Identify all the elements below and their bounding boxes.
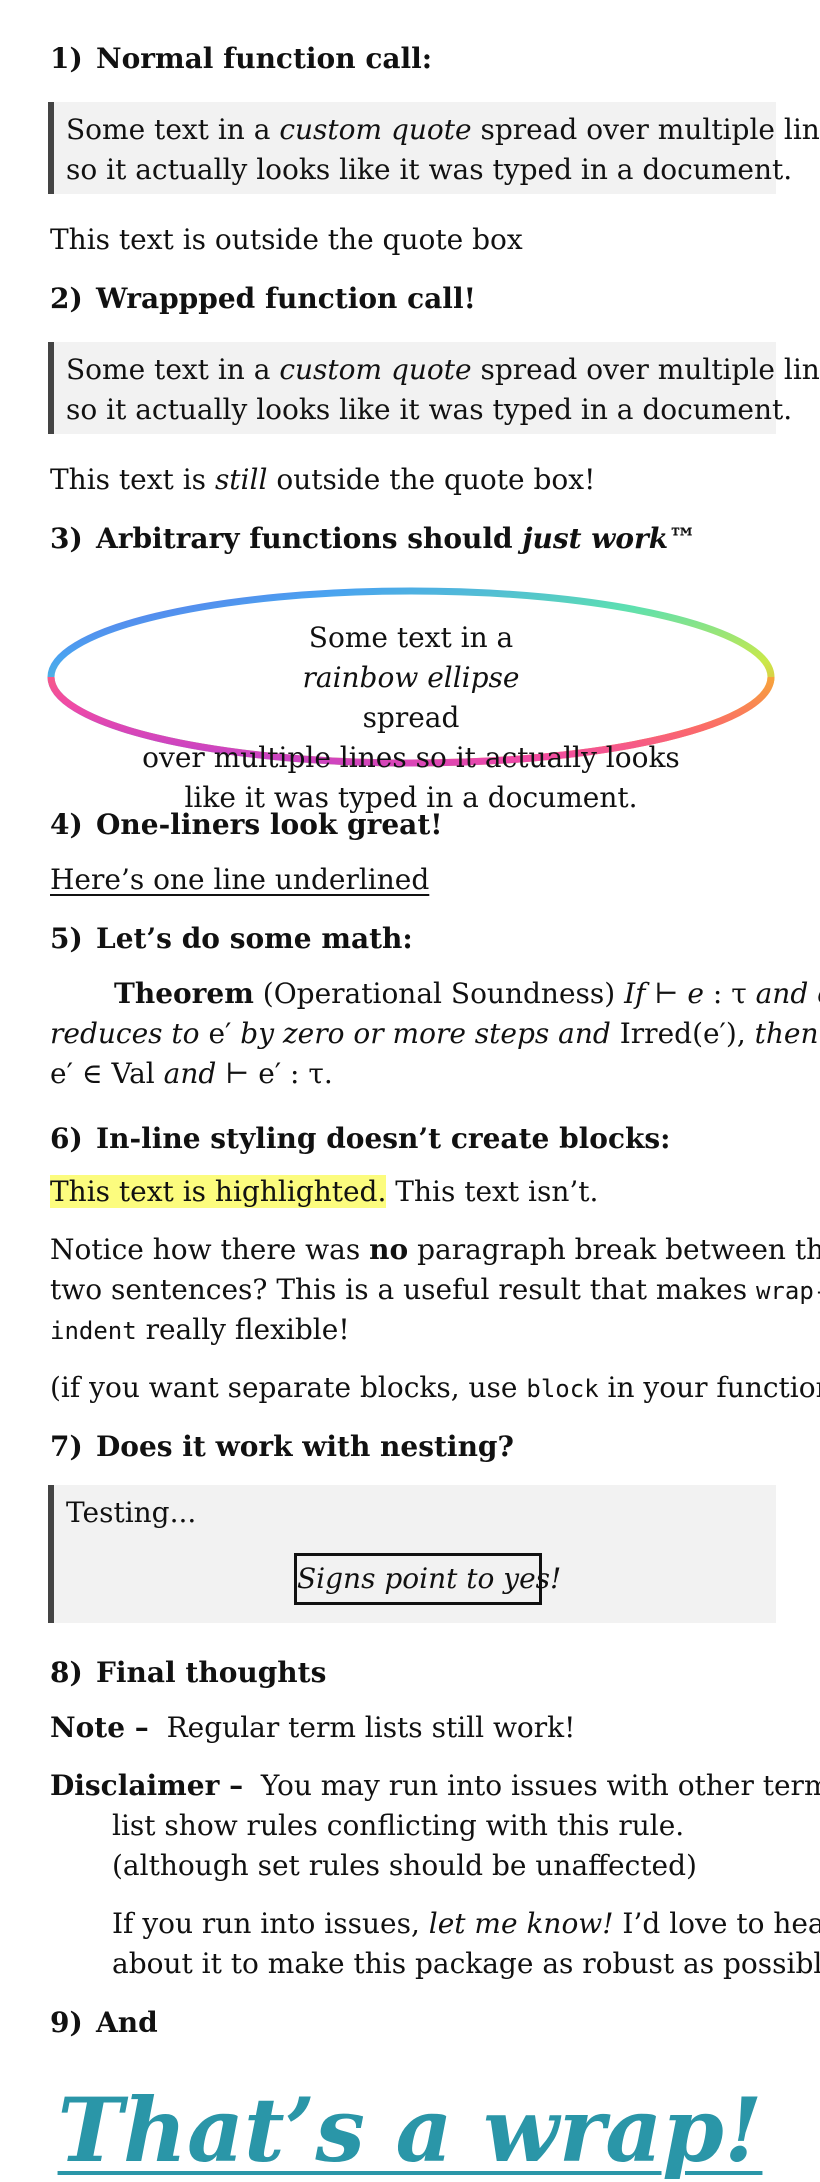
signs-box: Signs point to yes! xyxy=(294,1553,561,1605)
section-9-heading: 9) And xyxy=(50,2006,158,2039)
outside-text-2: This text is still outside the quote box… xyxy=(50,463,596,496)
notice-line-1: Notice how there was no paragraph break … xyxy=(50,1233,820,1266)
document-page: 1) Normal function call: Some text in a c… xyxy=(0,0,820,2180)
nested-quote: Testing... Signs point to yes! xyxy=(48,1485,776,1623)
section-7-heading: 7) Does it work with nesting? xyxy=(50,1430,514,1463)
theorem-line-1: Theorem (Operational Soundness) If ⊢ e :… xyxy=(114,977,820,1010)
testing-text: Testing... xyxy=(66,1496,197,1529)
section-3-heading: 3) Arbitrary functions should just work™ xyxy=(50,522,697,555)
rainbow-ellipse: Some text in a rainbow ellipse spread ov… xyxy=(46,585,776,814)
disclaimer-line-2: list show rules conflicting with this ru… xyxy=(112,1809,685,1842)
term-disclaimer: Disclaimer – You may run into issues wit… xyxy=(50,1769,820,1802)
notice-line-3: indent really flexible! xyxy=(50,1313,350,1346)
disclaimer-para2-line-2: about it to make this package as robust … xyxy=(112,1947,820,1980)
theorem-line-2: reduces to e′ by zero or more steps and … xyxy=(50,1017,819,1050)
section-6-heading: 6) In-line styling doesn’t create blocks: xyxy=(50,1122,671,1155)
custom-quote-2: Some text in a custom quote spread over … xyxy=(48,342,820,434)
notice-line-2: two sentences? This is a useful result t… xyxy=(50,1273,820,1306)
section-2-heading: 2) Wrappped function call! xyxy=(50,282,476,315)
disclaimer-line-3: (although set rules should be unaffected… xyxy=(112,1849,697,1882)
underlined-line: Here’s one line underlined xyxy=(50,863,430,896)
inline-highlight-line: This text is highlighted. This text isn’… xyxy=(50,1175,599,1208)
separate-blocks-line: (if you want separate blocks, use block … xyxy=(50,1371,820,1404)
theorem-line-3: e′ ∈ Val and ⊢ e′ : τ. xyxy=(50,1057,333,1090)
disclaimer-para2-line-1: If you run into issues, let me know! I’d… xyxy=(112,1907,820,1940)
highlighted-text: This text is highlighted. xyxy=(50,1175,387,1208)
section-5-heading: 5) Let’s do some math: xyxy=(50,922,413,955)
outside-text-1: This text is outside the quote box xyxy=(50,223,523,256)
final-wrap-text: That’s a wrap! xyxy=(57,2078,763,2182)
section-1-heading: 1) Normal function call: xyxy=(50,42,433,75)
custom-quote-1: Some text in a custom quote spread over … xyxy=(48,102,820,194)
term-note: Note – Regular term lists still work! xyxy=(50,1711,576,1744)
section-4-heading: 4) One-liners look great! xyxy=(50,808,443,841)
section-8-heading: 8) Final thoughts xyxy=(50,1656,327,1689)
ellipse-text: Some text in a rainbow ellipse spread ov… xyxy=(142,621,680,814)
